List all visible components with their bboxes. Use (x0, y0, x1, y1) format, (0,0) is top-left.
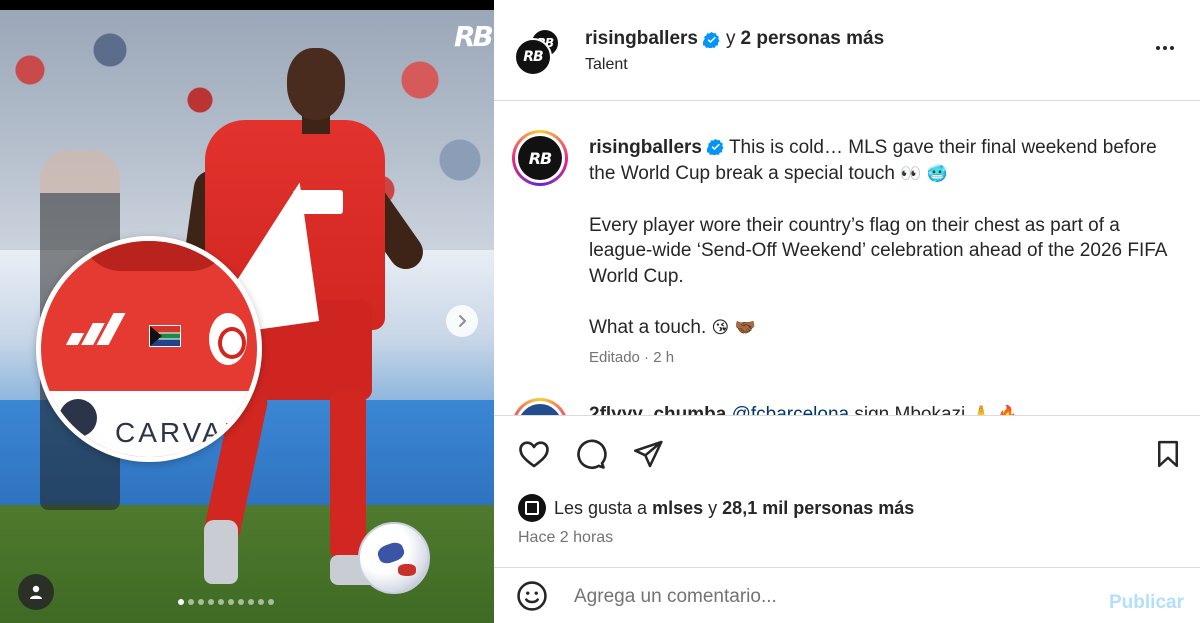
more-dot-icon (1156, 46, 1160, 50)
caption-emoji-3: 😘 🤝🏾 (711, 317, 756, 338)
avatar: RB (514, 38, 552, 76)
bookmark-icon (1158, 440, 1178, 468)
post-header: RB RB risingballers y 2 personas más Tal… (494, 0, 1200, 101)
collab-avatars[interactable]: RB RB (514, 28, 564, 78)
comments-section[interactable]: RB risingballers This is cold… MLS gave … (494, 102, 1200, 415)
player-leg-right (330, 390, 366, 560)
heart-icon (519, 441, 549, 468)
paper-plane-icon (634, 440, 663, 468)
post-timestamp[interactable]: Hace 2 horas (518, 529, 613, 547)
post-caption: risingballers This is cold… MLS gave the… (589, 135, 1179, 341)
verified-badge-icon (707, 138, 724, 155)
carousel-dot (228, 599, 234, 605)
post-details-panel: RB RB risingballers y 2 personas más Tal… (494, 0, 1200, 623)
post-media[interactable]: CARVAN RB (0, 0, 494, 623)
header-subtitle[interactable]: Talent (585, 56, 628, 74)
comment-bubble-icon (577, 439, 607, 470)
share-button[interactable] (630, 436, 666, 472)
header-author: risingballers y 2 personas más (585, 28, 884, 50)
caption-avatar[interactable]: RB (512, 130, 568, 186)
carousel-dot (248, 599, 254, 605)
zoom-callout: CARVAN (36, 236, 262, 462)
carousel-dot (198, 599, 204, 605)
carousel-dots (178, 599, 274, 605)
caption-emoji-1: 👀 🥶 (900, 163, 948, 184)
header-others-link[interactable]: 2 personas más (741, 28, 885, 50)
carousel-dot (208, 599, 214, 605)
rb-watermark: RB (454, 20, 494, 53)
liker-avatar (518, 494, 546, 522)
likes-others[interactable]: 28,1 mil personas más (722, 498, 914, 519)
likes-connector: y (708, 497, 718, 518)
carousel-dot (188, 599, 194, 605)
header-connector: y (726, 28, 736, 49)
club-crest (209, 313, 247, 365)
post-actions: Les gusta a mlses y 28,1 mil personas má… (494, 415, 1200, 567)
user-icon (30, 585, 42, 599)
chevron-right-icon (459, 315, 467, 327)
likes-user[interactable]: mlses (652, 498, 703, 519)
sponsor-logo (59, 399, 97, 437)
football (358, 522, 430, 594)
caption-username[interactable]: risingballers (589, 137, 702, 158)
carousel-dot (178, 599, 184, 605)
tagged-users-button[interactable] (18, 574, 54, 610)
more-dot-icon (1163, 46, 1167, 50)
smiley-icon (517, 581, 547, 611)
publish-button[interactable]: Publicar (1109, 592, 1184, 614)
adidas-logo (65, 311, 126, 345)
carousel-next-button[interactable] (446, 305, 478, 337)
caption-meta: Editado · 2 h (589, 349, 675, 366)
likes-prefix: Les gusta a (554, 497, 648, 518)
header-username[interactable]: risingballers (585, 28, 698, 50)
caption-paragraph-2: Every player wore their country’s flag o… (589, 214, 1167, 287)
likes-summary[interactable]: Les gusta a mlses y 28,1 mil personas má… (518, 494, 914, 522)
more-options-button[interactable] (1150, 36, 1180, 60)
emoji-button[interactable] (514, 578, 550, 614)
comment-button[interactable] (572, 436, 608, 472)
carousel-dot (258, 599, 264, 605)
player-boot-left (204, 520, 238, 584)
player-head (287, 48, 345, 120)
caption-paragraph-3: What a touch. (589, 316, 707, 338)
avatar: RB (518, 136, 562, 180)
verified-badge-icon (703, 31, 720, 48)
comment-username[interactable]: 2flyyy_chumba (589, 404, 726, 415)
save-button[interactable] (1150, 436, 1186, 472)
comment-item: 2flyyy_chumba @fcbarcelona sign Mbokazi … (512, 398, 1192, 415)
more-dot-icon (1170, 46, 1174, 50)
comment-text: 2flyyy_chumba @fcbarcelona sign Mbokazi … (589, 404, 1018, 415)
like-button[interactable] (516, 436, 552, 472)
carousel-dot (268, 599, 274, 605)
add-comment-bar: Publicar (494, 567, 1200, 623)
commenter-avatar[interactable] (512, 398, 568, 415)
media-top-bar (0, 0, 494, 10)
south-africa-flag (149, 325, 181, 347)
comment-input[interactable] (574, 584, 1074, 610)
comment-emoji: 🙏 🔥 (970, 405, 1019, 415)
carousel-dot (218, 599, 224, 605)
comment-body: sign Mbokazi (854, 404, 966, 415)
zoom-collar (81, 241, 231, 271)
zoom-sponsor-text: CARVAN (115, 417, 248, 448)
carousel-dot (238, 599, 244, 605)
comment-mention[interactable]: @fcbarcelona (732, 404, 850, 415)
